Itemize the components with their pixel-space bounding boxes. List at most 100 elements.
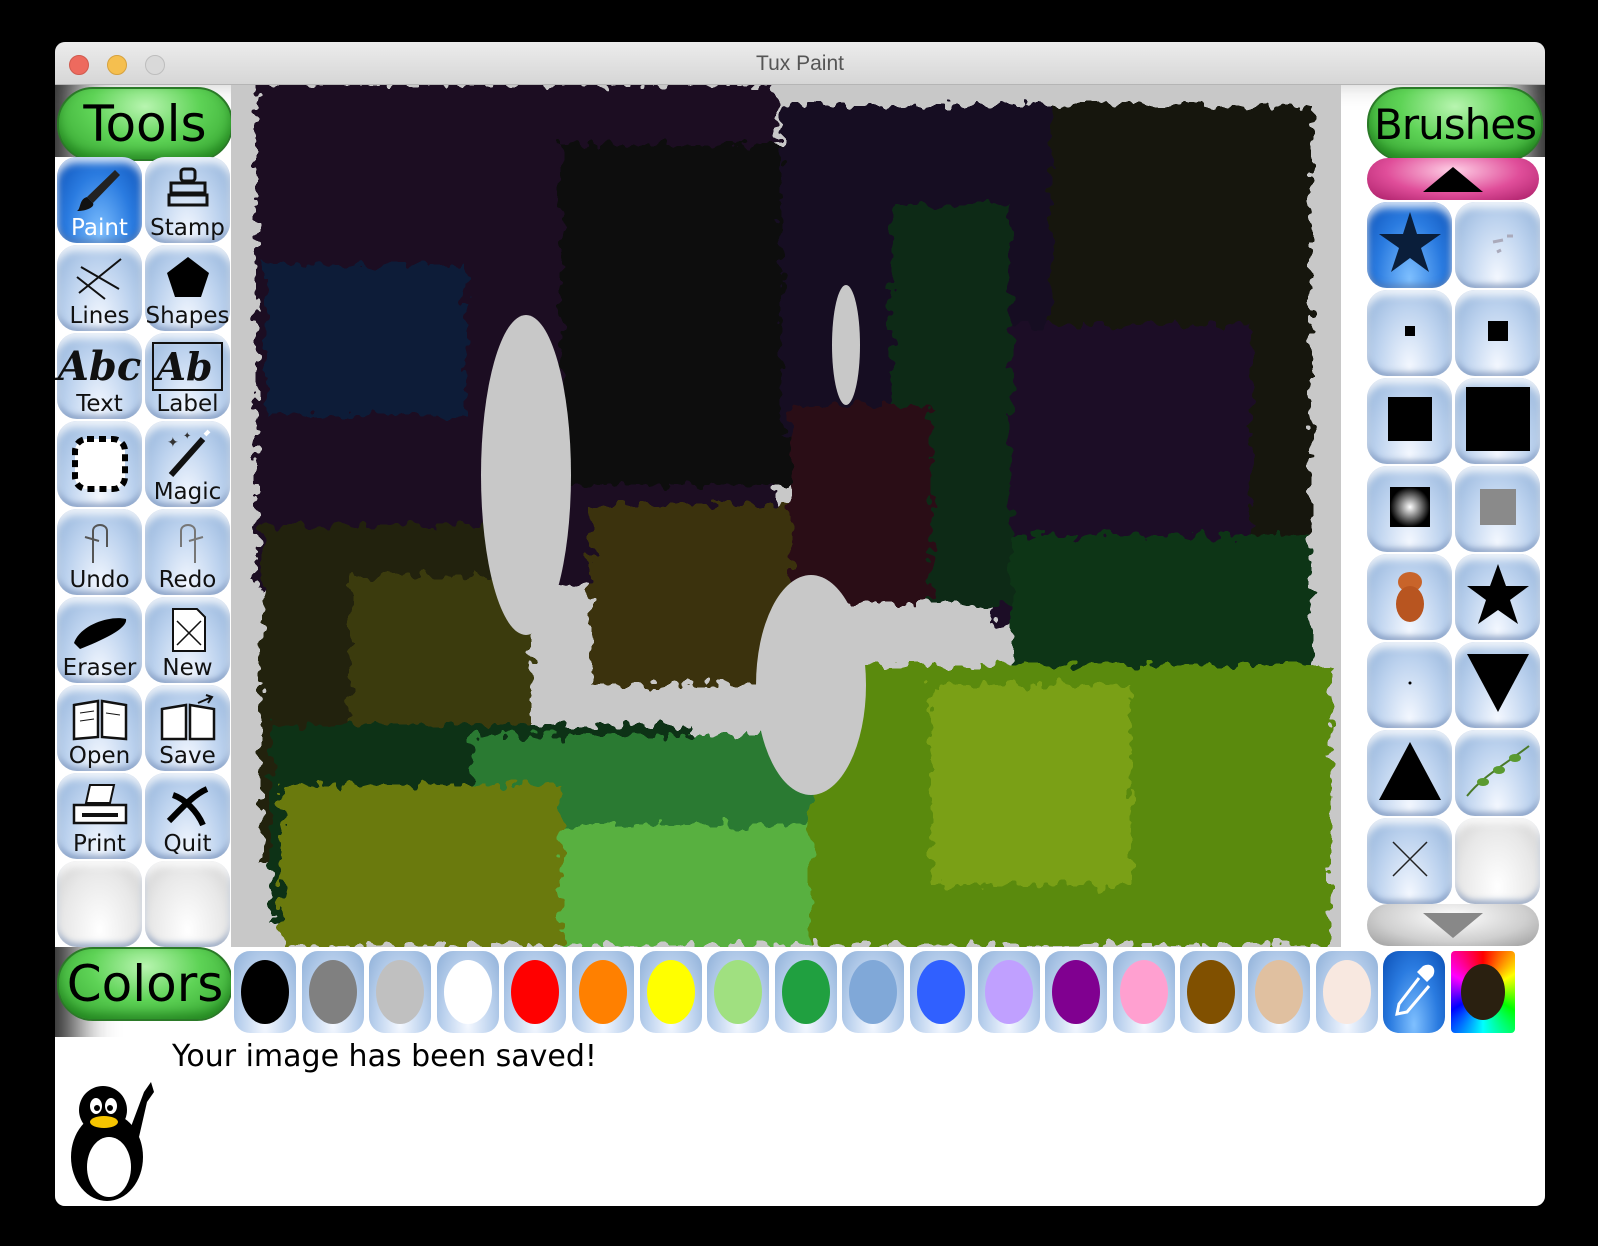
brush-button[interactable] [1455,730,1540,816]
x-brush-icon [1375,824,1445,898]
tool-print-button[interactable]: Print [57,773,142,859]
brush-button[interactable] [1455,378,1540,464]
color-swatch-button[interactable] [1248,951,1310,1033]
tools-panel: Tools Paint Stamp Lines Shapes Abc Text Ab Labe… [55,87,233,947]
color-swatch [714,960,763,1024]
tool-label: Text [76,391,123,417]
color-picker-button[interactable] [1383,951,1446,1033]
tool-save-button[interactable]: Save [145,685,230,771]
color-swatch [308,960,357,1024]
brush-button[interactable] [1455,290,1540,376]
brush-button[interactable] [1367,378,1452,464]
color-swatch-button[interactable] [234,951,296,1033]
down-triangle-brush-icon [1463,648,1533,722]
tool-paint-button[interactable]: Paint [57,157,142,243]
brush-button[interactable] [1367,290,1452,376]
brushes-scroll-down-button[interactable] [1367,904,1539,946]
medium-square-brush-icon [1375,384,1445,458]
tool-label: Eraser [62,655,137,681]
color-swatch-button[interactable] [977,951,1040,1033]
brush-button[interactable] [1367,554,1452,640]
color-swatch [781,960,830,1024]
magic-wand-icon: ✦ ✦ [145,427,230,481]
tool-label: Undo [69,567,130,593]
quit-icon [145,779,230,833]
small-square-brush-icon [1463,296,1533,370]
tool-open-button[interactable]: Open [57,685,142,771]
save-book-icon [145,691,230,745]
tool-shapes-button[interactable]: Shapes [145,245,230,331]
tool-quit-button[interactable]: Quit [145,773,230,859]
color-swatch-button[interactable] [1112,951,1175,1033]
brush-button[interactable] [1367,466,1452,552]
tool-new-button[interactable]: New [145,597,230,683]
label-icon: Ab [145,339,230,393]
tool-fill-button[interactable] [57,421,142,507]
color-swatch [376,960,425,1024]
empty-tool-slot [57,861,142,947]
tool-magic-button[interactable]: ✦ ✦ Magic [145,421,230,507]
tool-label: Redo [158,567,217,593]
tiny-square-brush-icon [1375,296,1445,370]
color-swatch-button[interactable] [436,951,499,1033]
color-swatch [579,960,627,1024]
drawing-canvas[interactable] [231,85,1341,947]
star-splat-brush-icon [1375,208,1445,282]
status-message: Your image has been saved! [172,1039,597,1074]
color-swatch-button[interactable] [504,951,567,1033]
pentagon-icon [145,251,230,305]
color-swatch-button[interactable] [707,951,770,1033]
brush-button[interactable] [1367,642,1452,728]
tool-label-button[interactable]: Ab Label [145,333,230,419]
empty-tool-slot [145,861,230,947]
printer-icon [57,779,142,833]
tool-eraser-button[interactable]: Eraser [57,597,142,683]
brush-button[interactable] [1455,642,1540,728]
brush-button[interactable] [1455,554,1540,640]
brush-button[interactable] [1367,730,1452,816]
custom-color-button[interactable] [1450,951,1515,1033]
colors-header: Colors [57,947,233,1021]
info-bar: Your image has been saved! [55,1037,1545,1206]
dot-brush-icon [1375,648,1445,722]
color-swatch [1052,960,1101,1024]
color-swatch-button[interactable] [1315,951,1378,1033]
painting [231,85,1341,947]
tool-stamp-button[interactable]: Stamp [145,157,230,243]
fill-icon [57,425,142,503]
text-icon: Abc [57,342,142,390]
color-swatch [646,960,695,1024]
tool-undo-button[interactable]: Undo [57,509,142,595]
tool-redo-button[interactable]: Redo [145,509,230,595]
brush-button[interactable] [1367,818,1452,904]
tool-text-button[interactable]: Abc Text [57,333,142,419]
color-swatch [849,960,898,1024]
brush-button[interactable] [1455,466,1540,552]
creature-brush-icon [1375,560,1445,634]
title-bar: Tux Paint [55,42,1545,85]
color-swatch-button[interactable] [842,951,905,1033]
color-swatch-button[interactable] [1180,951,1243,1033]
color-swatch [443,960,492,1024]
color-swatch-button[interactable] [369,951,432,1033]
tool-lines-button[interactable]: Lines [57,245,142,331]
color-swatch [1119,960,1168,1024]
tux-paint-window: Tux Paint Tools Paint Stamp Lines Shapes Abc… [55,42,1545,1206]
tool-label: Paint [71,215,128,241]
color-swatch-button[interactable] [910,951,972,1033]
brush-button[interactable] [1367,202,1452,288]
color-swatch-button[interactable] [301,951,364,1033]
up-triangle-brush-icon [1375,736,1445,810]
svg-text:✦: ✦ [167,435,179,451]
brushes-scroll-up-button[interactable] [1367,158,1539,200]
brush-button[interactable] [1455,202,1540,288]
color-swatch-button[interactable] [639,951,702,1033]
redo-icon [145,515,230,569]
color-swatch-button[interactable] [774,951,837,1033]
color-swatch [917,960,965,1024]
brush-button[interactable] [1455,818,1540,904]
tool-label: New [162,655,213,681]
color-swatch-button[interactable] [1045,951,1108,1033]
window-title: Tux Paint [756,52,844,75]
color-swatch-button[interactable] [572,951,634,1033]
